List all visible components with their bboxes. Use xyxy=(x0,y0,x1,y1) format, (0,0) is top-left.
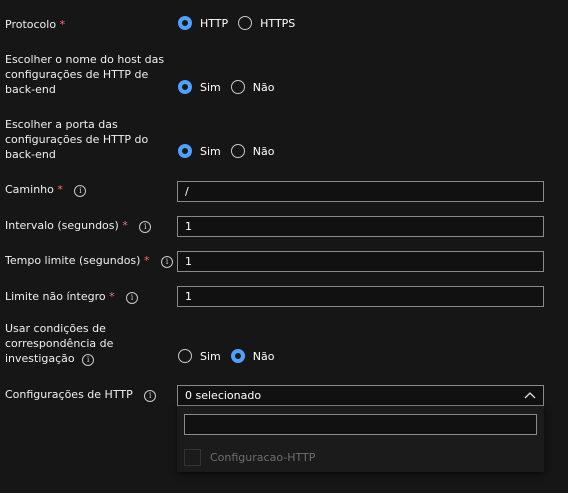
required-marker: * xyxy=(57,183,63,196)
required-marker: * xyxy=(122,219,128,232)
timeout-input[interactable]: 1 xyxy=(177,251,544,272)
protocol-label: Protocolo * xyxy=(5,18,66,31)
host-yes-radio[interactable]: Sim xyxy=(178,80,221,94)
match-conditions-label: Usar condições de correspondência de inv… xyxy=(5,322,114,366)
interval-label: Intervalo (segundos) * i xyxy=(5,218,180,233)
checkbox-icon[interactable] xyxy=(184,449,201,466)
timeout-label: Tempo limite (segundos) * i xyxy=(5,253,180,268)
info-icon[interactable]: i xyxy=(139,221,152,233)
port-label: Escolher a porta das configurações de HT… xyxy=(5,118,149,161)
radio-unchecked-icon[interactable] xyxy=(230,80,245,94)
radio-unchecked-icon[interactable] xyxy=(178,349,192,363)
protocol-https-radio[interactable]: HTTPS xyxy=(238,16,295,30)
port-no-radio[interactable]: Não xyxy=(230,144,274,158)
http-settings-dropdown[interactable]: 0 selecionado xyxy=(177,385,544,406)
match-yes-radio[interactable]: Sim xyxy=(178,349,221,363)
http-settings-option[interactable]: Configuracao-HTTP xyxy=(184,449,315,466)
path-input[interactable]: / xyxy=(177,181,544,202)
required-marker: * xyxy=(109,290,115,303)
unhealthy-threshold-input[interactable]: 1 xyxy=(177,286,544,307)
port-yes-radio[interactable]: Sim xyxy=(178,144,221,158)
http-settings-search-input[interactable] xyxy=(184,414,537,435)
interval-input[interactable]: 1 xyxy=(177,216,544,237)
radio-checked-icon[interactable] xyxy=(178,80,192,94)
host-radio-group: Sim Não xyxy=(178,80,284,94)
info-icon[interactable]: i xyxy=(126,292,139,304)
required-marker: * xyxy=(143,254,150,267)
protocol-radio-group: HTTP HTTPS xyxy=(178,16,305,30)
required-marker: * xyxy=(59,18,66,31)
host-no-radio[interactable]: Não xyxy=(230,80,274,94)
info-icon[interactable]: i xyxy=(160,256,173,268)
radio-unchecked-icon[interactable] xyxy=(238,16,253,30)
unhealthy-threshold-label: Limite não íntegro * i xyxy=(5,289,180,304)
radio-checked-icon[interactable] xyxy=(178,16,192,30)
port-radio-group: Sim Não xyxy=(178,144,284,158)
radio-checked-icon[interactable] xyxy=(178,144,192,158)
path-label: Caminho * i xyxy=(5,182,180,197)
chevron-up-icon[interactable] xyxy=(524,391,536,399)
info-icon[interactable]: i xyxy=(74,185,87,197)
http-settings-selected-value: 0 selecionado xyxy=(185,389,262,402)
radio-checked-icon[interactable] xyxy=(230,349,245,363)
http-settings-dropdown-panel: Configuracao-HTTP xyxy=(177,406,544,472)
radio-unchecked-icon[interactable] xyxy=(230,144,245,158)
host-label: Escolher o nome do host das configuraçõe… xyxy=(5,53,165,96)
http-settings-option-label: Configuracao-HTTP xyxy=(210,451,316,464)
protocol-http-radio[interactable]: HTTP xyxy=(178,16,228,30)
match-radio-group: Sim Não xyxy=(178,349,284,363)
info-icon[interactable]: i xyxy=(82,354,95,366)
info-icon[interactable]: i xyxy=(144,390,157,402)
match-no-radio[interactable]: Não xyxy=(230,349,274,363)
http-settings-label: Configurações de HTTP i xyxy=(5,387,180,402)
